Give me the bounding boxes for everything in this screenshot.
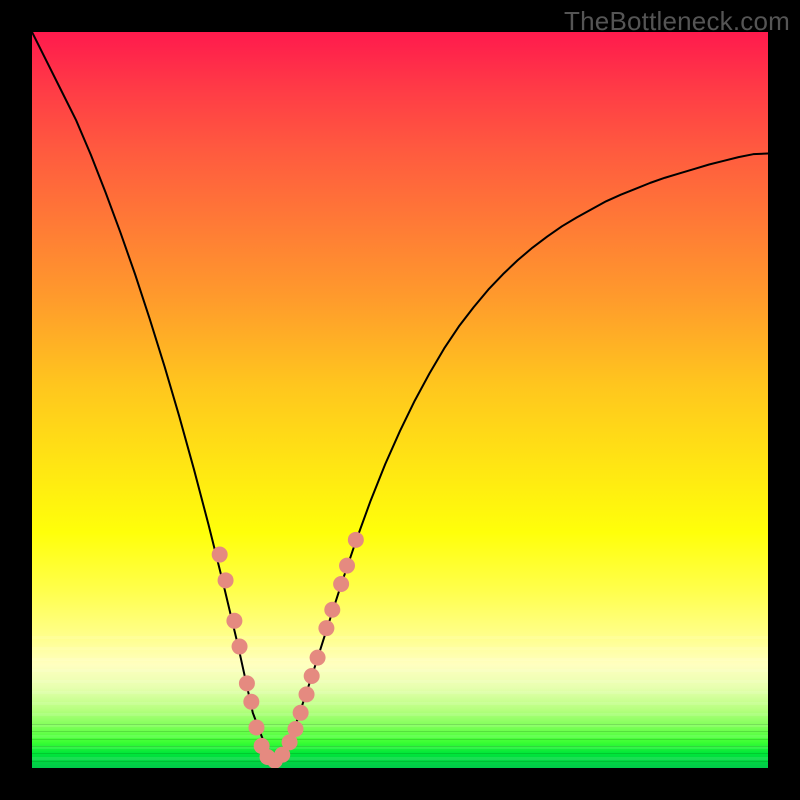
bottleneck-curve [32,32,768,761]
curve-marker [293,705,309,721]
curve-marker [218,572,234,588]
curve-marker [310,650,326,666]
curve-marker [348,532,364,548]
curve-marker [248,720,264,736]
curve-marker [299,686,315,702]
plot-area [32,32,768,768]
curve-marker [226,613,242,629]
curve-layer [32,32,768,768]
curve-marker [212,547,228,563]
curve-marker [239,675,255,691]
curve-markers [212,532,364,768]
curve-marker [339,558,355,574]
curve-marker [287,721,303,737]
curve-marker [333,576,349,592]
watermark-text: TheBottleneck.com [564,6,790,37]
curve-marker [324,602,340,618]
chart-frame: TheBottleneck.com [0,0,800,800]
curve-marker [243,694,259,710]
curve-marker [232,639,248,655]
curve-marker [318,620,334,636]
curve-marker [304,668,320,684]
